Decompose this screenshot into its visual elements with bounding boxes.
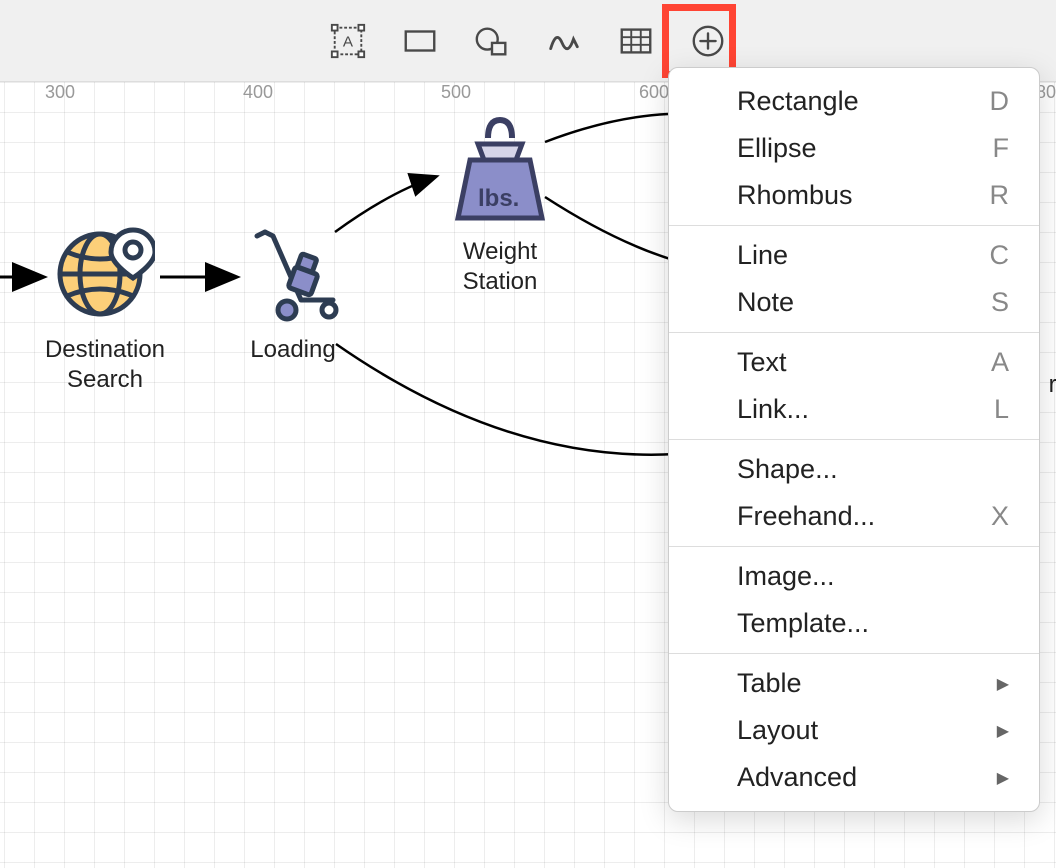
node-weight-station[interactable]: lbs. Weight Station <box>440 114 560 297</box>
tool-freehand[interactable] <box>542 19 586 63</box>
ruler-tick: 500 <box>441 82 471 103</box>
weight-bag-icon: lbs. <box>450 114 550 224</box>
chevron-right-icon: ▶ <box>997 768 1009 788</box>
menu-item-layout[interactable]: Layout▶ <box>669 707 1039 754</box>
ruler-tick: 400 <box>243 82 273 103</box>
node-loading[interactable]: Loading <box>238 222 348 365</box>
menu-item-table[interactable]: Table▶ <box>669 660 1039 707</box>
node-label: Destination Search <box>40 335 170 395</box>
globe-pin-icon <box>55 222 155 322</box>
tool-table[interactable] <box>614 19 658 63</box>
menu-item-ellipse[interactable]: EllipseF <box>669 125 1039 172</box>
ruler-tick: 300 <box>45 82 75 103</box>
svg-text:A: A <box>343 33 354 50</box>
menu-item-freehand[interactable]: Freehand...X <box>669 493 1039 540</box>
chevron-right-icon: ▶ <box>997 674 1009 694</box>
menu-item-link[interactable]: Link...L <box>669 386 1039 433</box>
ruler-tick: 600 <box>639 82 669 103</box>
node-destination-search[interactable]: Destination Search <box>40 222 170 395</box>
menu-item-advanced[interactable]: Advanced▶ <box>669 754 1039 801</box>
menu-item-image[interactable]: Image... <box>669 553 1039 600</box>
node-label: Loading <box>238 335 348 365</box>
node-label: Weight Station <box>440 237 560 297</box>
tool-shape-combo[interactable] <box>470 19 514 63</box>
lbs-badge: lbs. <box>478 185 519 212</box>
tool-add[interactable] <box>686 19 730 63</box>
menu-item-template[interactable]: Template... <box>669 600 1039 647</box>
menu-item-rectangle[interactable]: RectangleD <box>669 78 1039 125</box>
chevron-right-icon: ▶ <box>997 721 1009 741</box>
menu-item-rhombus[interactable]: RhombusR <box>669 172 1039 219</box>
menu-item-line[interactable]: LineC <box>669 232 1039 279</box>
menu-item-shape[interactable]: Shape... <box>669 446 1039 493</box>
menu-item-note[interactable]: NoteS <box>669 279 1039 326</box>
hand-truck-icon <box>243 222 343 322</box>
tool-rectangle[interactable] <box>398 19 442 63</box>
tool-text-frame[interactable]: A <box>326 19 370 63</box>
add-dropdown-menu: RectangleD EllipseF RhombusR LineC NoteS… <box>668 67 1040 812</box>
menu-item-text[interactable]: TextA <box>669 339 1039 386</box>
